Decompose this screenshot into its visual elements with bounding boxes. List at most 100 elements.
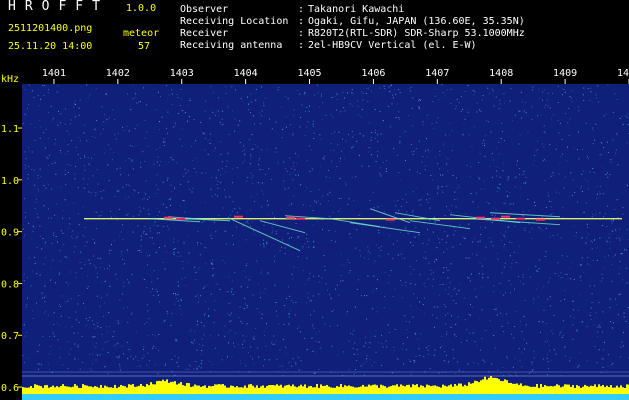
noise-speckle xyxy=(163,145,165,146)
noise-speckle xyxy=(574,191,576,193)
noise-speckle xyxy=(228,331,230,333)
noise-speckle xyxy=(105,279,107,281)
noise-speckle xyxy=(350,333,352,335)
noise-speckle xyxy=(245,239,247,241)
noise-speckle xyxy=(397,254,399,256)
noise-speckle xyxy=(126,214,128,216)
noise-speckle xyxy=(600,154,602,156)
meteor-echo-head xyxy=(516,217,525,220)
level-bar xyxy=(346,386,348,394)
noise-speckle xyxy=(354,342,356,344)
noise-speckle xyxy=(405,228,407,229)
noise-speckle xyxy=(464,238,466,240)
noise-speckle xyxy=(146,364,148,366)
noise-speckle xyxy=(441,190,443,192)
noise-speckle xyxy=(78,213,79,215)
noise-speckle xyxy=(368,165,370,167)
noise-speckle xyxy=(495,147,497,149)
noise-speckle xyxy=(41,248,43,250)
noise-speckle xyxy=(100,327,102,329)
noise-speckle xyxy=(340,280,342,282)
noise-speckle xyxy=(257,182,259,184)
noise-speckle xyxy=(220,123,222,125)
noise-speckle xyxy=(606,226,608,228)
noise-speckle xyxy=(173,293,174,294)
noise-speckle xyxy=(218,169,219,171)
noise-speckle xyxy=(347,134,349,136)
noise-speckle xyxy=(69,123,71,125)
noise-speckle xyxy=(75,277,77,279)
noise-speckle xyxy=(572,300,574,302)
noise-speckle xyxy=(208,315,210,317)
noise-speckle xyxy=(80,251,82,253)
noise-speckle xyxy=(533,221,535,223)
noise-speckle xyxy=(341,150,342,152)
noise-speckle xyxy=(330,298,332,300)
noise-speckle xyxy=(122,258,124,260)
noise-speckle xyxy=(492,245,494,247)
level-bar xyxy=(34,384,36,395)
noise-speckle xyxy=(267,204,269,206)
noise-speckle xyxy=(41,297,43,299)
noise-speckle xyxy=(550,330,552,332)
noise-speckle xyxy=(22,355,24,357)
noise-speckle xyxy=(95,359,97,361)
noise-speckle xyxy=(309,105,310,107)
noise-speckle xyxy=(543,131,545,133)
noise-speckle xyxy=(352,105,354,107)
noise-speckle xyxy=(201,172,203,174)
noise-speckle xyxy=(547,192,549,194)
level-bar xyxy=(618,387,620,394)
noise-speckle xyxy=(125,160,127,162)
noise-speckle xyxy=(595,312,597,314)
noise-speckle xyxy=(459,243,461,245)
noise-speckle xyxy=(177,256,179,257)
noise-speckle xyxy=(204,201,206,203)
level-bar xyxy=(434,385,436,394)
noise-speckle xyxy=(417,338,419,340)
noise-speckle xyxy=(128,196,130,198)
noise-speckle xyxy=(308,145,310,147)
noise-speckle xyxy=(458,102,460,104)
noise-speckle xyxy=(454,198,456,200)
noise-speckle xyxy=(106,294,108,296)
level-bar xyxy=(444,385,446,395)
noise-speckle xyxy=(129,145,131,146)
noise-speckle xyxy=(228,303,230,305)
noise-speckle xyxy=(133,189,135,191)
noise-speckle xyxy=(290,124,292,126)
noise-speckle xyxy=(515,310,517,312)
noise-speckle xyxy=(543,107,545,108)
noise-speckle xyxy=(306,187,308,189)
noise-speckle xyxy=(101,197,103,199)
noise-speckle xyxy=(359,214,361,215)
noise-speckle xyxy=(314,372,315,374)
noise-speckle xyxy=(545,251,547,253)
noise-speckle xyxy=(304,338,306,339)
noise-speckle xyxy=(396,103,398,105)
noise-speckle xyxy=(584,178,586,180)
noise-speckle xyxy=(140,251,142,253)
noise-speckle xyxy=(408,87,410,89)
noise-speckle xyxy=(174,247,176,249)
noise-speckle xyxy=(355,369,357,370)
level-bar xyxy=(602,385,604,395)
noise-speckle xyxy=(204,314,205,316)
noise-speckle xyxy=(152,243,154,245)
noise-speckle xyxy=(96,295,98,297)
noise-speckle xyxy=(28,84,30,86)
noise-speckle xyxy=(511,333,513,335)
noise-speckle xyxy=(127,358,129,360)
noise-speckle xyxy=(351,89,353,90)
noise-speckle xyxy=(214,347,216,349)
noise-speckle xyxy=(569,96,571,97)
noise-speckle xyxy=(211,264,213,265)
noise-speckle xyxy=(381,205,383,207)
noise-speckle xyxy=(544,180,546,181)
noise-speckle xyxy=(114,196,116,197)
noise-speckle xyxy=(329,113,331,115)
noise-speckle xyxy=(334,230,336,232)
noise-speckle xyxy=(59,250,61,252)
noise-speckle xyxy=(158,294,159,296)
noise-speckle xyxy=(603,147,605,149)
